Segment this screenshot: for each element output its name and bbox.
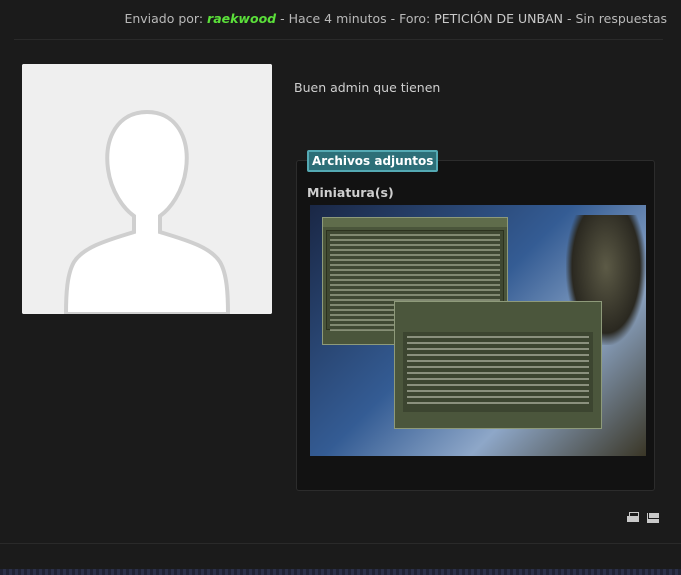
post-actions (627, 512, 659, 524)
avatar[interactable] (22, 64, 272, 314)
post-meta: Enviado por: raekwood - Hace 4 minutos -… (124, 11, 667, 26)
server-browser-window (394, 301, 602, 429)
default-avatar-icon (22, 64, 272, 314)
attachment-thumbnail[interactable] (310, 205, 646, 456)
mail-icon[interactable] (647, 513, 659, 523)
replies-status: Sin respuestas (575, 11, 667, 26)
print-icon[interactable] (627, 512, 639, 524)
console-titlebar (323, 218, 507, 227)
header-divider (14, 39, 663, 40)
posted-by-label: Enviado por: (124, 11, 204, 26)
post-time: Hace 4 minutos (288, 11, 387, 26)
server-list (403, 332, 593, 412)
meta-separator: - (563, 11, 576, 26)
post-body: Buen admin que tienen (294, 80, 441, 95)
thumbnail-heading: Miniatura(s) (307, 185, 394, 200)
meta-separator: - (280, 11, 289, 26)
attachments-tab[interactable]: Archivos adjuntos (307, 150, 439, 172)
author-link[interactable]: raekwood (207, 11, 276, 26)
forum-prefix: - Foro: (386, 11, 435, 26)
forum-link[interactable]: PETICIÓN DE UNBAN (434, 11, 563, 26)
footer-strip (0, 569, 681, 575)
footer-divider (0, 543, 681, 544)
